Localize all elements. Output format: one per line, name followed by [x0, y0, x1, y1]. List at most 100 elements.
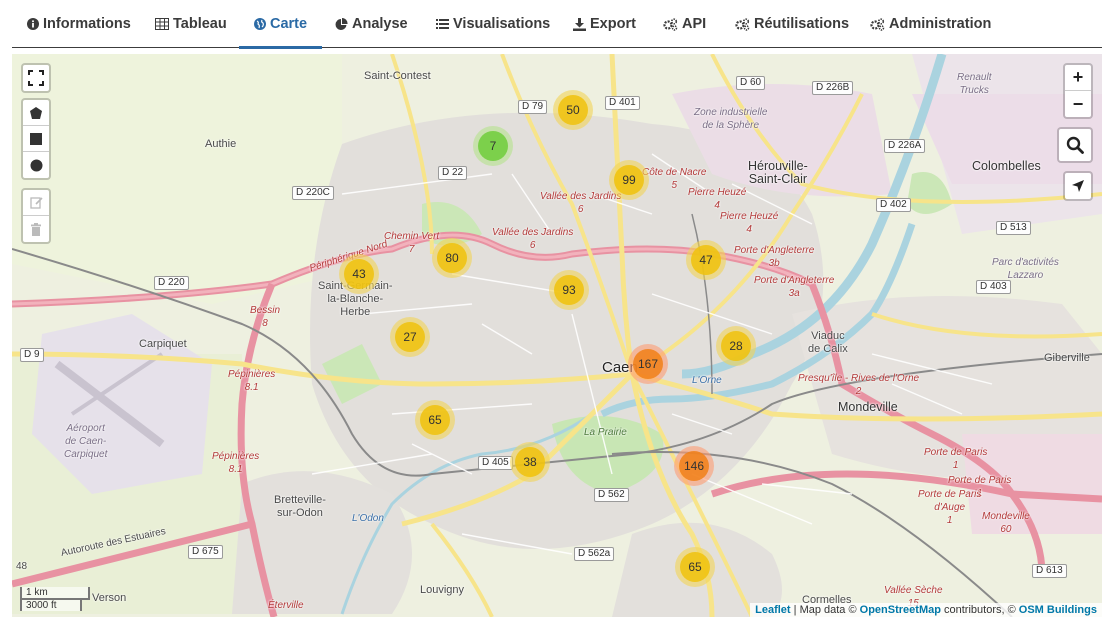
- road-shield: D 226A: [884, 139, 926, 153]
- marker-cluster[interactable]: 7: [473, 126, 513, 166]
- road-label: Porte d'Angleterre 3a: [754, 275, 835, 299]
- place-giberville: Giberville: [1044, 352, 1090, 364]
- edit-icon: [29, 197, 43, 209]
- tab-label: Visualisations: [453, 16, 551, 32]
- zoom-control: + −: [1063, 63, 1093, 119]
- tab-label: Réutilisations: [754, 16, 850, 32]
- zoom-in-button[interactable]: +: [1065, 65, 1091, 91]
- cogs-icon: [735, 17, 750, 31]
- marker-cluster[interactable]: 99: [609, 160, 649, 200]
- marker-cluster[interactable]: 50: [553, 90, 593, 130]
- marker-cluster[interactable]: 43: [339, 254, 379, 294]
- place-odon: L'Odon: [352, 513, 384, 524]
- scale-bar: 1 km 3000 ft: [20, 587, 90, 611]
- edit-layers-button[interactable]: [23, 190, 49, 216]
- place-saint-contest: Saint-Contest: [364, 70, 431, 82]
- tab-label: API: [682, 16, 707, 32]
- marker-cluster[interactable]: 65: [675, 547, 715, 587]
- draw-rectangle-button[interactable]: [23, 126, 49, 152]
- road-shield: D 562: [594, 488, 629, 502]
- tab-carte[interactable]: Carte: [238, 0, 323, 49]
- tab-tableau[interactable]: Tableau: [155, 0, 227, 48]
- place-verson: Verson: [92, 592, 127, 604]
- tab-analyse[interactable]: Analyse: [335, 0, 408, 48]
- marker-cluster[interactable]: 28: [716, 326, 756, 366]
- place-colombelles: Colombelles: [972, 159, 1041, 173]
- road-shield: D 513: [996, 221, 1031, 235]
- road-label: Presqu'île - Rives de l'Orne 2: [798, 373, 920, 397]
- road-label: Éterville: [268, 600, 304, 611]
- list-icon: [436, 18, 449, 30]
- road-label: Pépinières 8.1: [212, 451, 260, 475]
- road-shield: D 9: [20, 348, 44, 362]
- tab-administration[interactable]: Administration: [870, 0, 991, 48]
- place-authie: Authie: [205, 138, 237, 150]
- road-shield: D 220: [154, 276, 189, 290]
- road-label: Vallée des Jardins 6: [492, 227, 574, 251]
- road-label: Vallée des Jardins 6: [540, 191, 622, 215]
- road-label: Pépinières 8.1: [228, 369, 276, 393]
- map-tiles: [12, 54, 1102, 617]
- tab-label: Export: [590, 16, 636, 32]
- road-shield: D 403: [976, 280, 1011, 294]
- delete-layers-button[interactable]: [23, 216, 49, 242]
- road-label: Porte d'Angleterre 3b: [734, 245, 815, 269]
- locate-button[interactable]: [1065, 173, 1091, 199]
- tab-visualisations[interactable]: Visualisations: [436, 0, 550, 48]
- leaflet-link[interactable]: Leaflet: [755, 604, 790, 616]
- place-bretteville: Bretteville- sur-Odon: [274, 494, 326, 519]
- marker-cluster[interactable]: 167: [628, 344, 668, 384]
- tab-label: Carte: [270, 16, 308, 32]
- place-renault: Renault Trucks: [957, 72, 992, 96]
- search-icon: [1066, 136, 1084, 154]
- openstreetmap-link[interactable]: OpenStreetMap: [860, 604, 941, 616]
- draw-polygon-button[interactable]: [23, 100, 49, 126]
- place-louvigny: Louvigny: [420, 584, 465, 596]
- road-shield: D 220C: [292, 186, 334, 200]
- marker-cluster[interactable]: 93: [549, 270, 589, 310]
- road-label: Chemin Vert 7: [384, 231, 440, 255]
- road-label: Pierre Heuzé 4: [720, 211, 779, 235]
- marker-cluster[interactable]: 47: [686, 240, 726, 280]
- marker-cluster[interactable]: 38: [510, 442, 550, 482]
- road-shield: D 226B: [812, 81, 854, 95]
- osm-buildings-link[interactable]: OSM Buildings: [1019, 604, 1097, 616]
- polygon-icon: [30, 106, 42, 119]
- trash-icon: [31, 222, 41, 236]
- place-viaduc: Viaduc de Calix: [808, 330, 848, 355]
- fullscreen-control: [21, 63, 51, 93]
- road-shield: D 402: [876, 198, 911, 212]
- road-shield: D 405: [478, 456, 513, 470]
- map-container[interactable]: Saint-Contest Authie Hérouville- Saint-C…: [12, 54, 1102, 617]
- place-herouville: Hérouville- Saint-Clair: [748, 159, 808, 186]
- tab-api[interactable]: API: [663, 0, 706, 48]
- road-label: 48: [16, 561, 28, 572]
- marker-cluster[interactable]: 146: [674, 446, 714, 486]
- rectangle-icon: [30, 132, 42, 145]
- road-label: Mondeville 60: [982, 511, 1030, 535]
- fullscreen-button[interactable]: [23, 65, 49, 91]
- cogs-icon: [663, 17, 678, 31]
- tab-label: Informations: [43, 16, 131, 32]
- marker-cluster[interactable]: 65: [415, 400, 455, 440]
- marker-cluster[interactable]: 80: [432, 238, 472, 278]
- road-shield: D 60: [736, 76, 766, 90]
- tab-informations[interactable]: Informations: [27, 0, 131, 48]
- locate-control: [1063, 171, 1093, 201]
- pie-chart-icon: [335, 17, 348, 31]
- marker-cluster[interactable]: 27: [390, 317, 430, 357]
- draw-circle-button[interactable]: [23, 152, 49, 178]
- info-circle-icon: [27, 18, 39, 30]
- scale-imperial: 3000 ft: [20, 598, 82, 611]
- zoom-out-button[interactable]: −: [1065, 91, 1091, 117]
- circle-icon: [30, 159, 42, 171]
- search-button[interactable]: [1059, 129, 1091, 161]
- place-mondeville: Mondeville: [838, 400, 898, 414]
- locate-arrow-icon: [1072, 180, 1084, 192]
- search-control: [1057, 127, 1093, 163]
- place-orne: L'Orne: [692, 375, 722, 386]
- tab-bar: Informations Tableau Carte Analyse Visua…: [12, 0, 1102, 49]
- road-label: Porte de Paris 1: [924, 447, 988, 471]
- tab-export[interactable]: Export: [573, 0, 636, 48]
- tab-reutilisations[interactable]: Réutilisations: [735, 0, 849, 48]
